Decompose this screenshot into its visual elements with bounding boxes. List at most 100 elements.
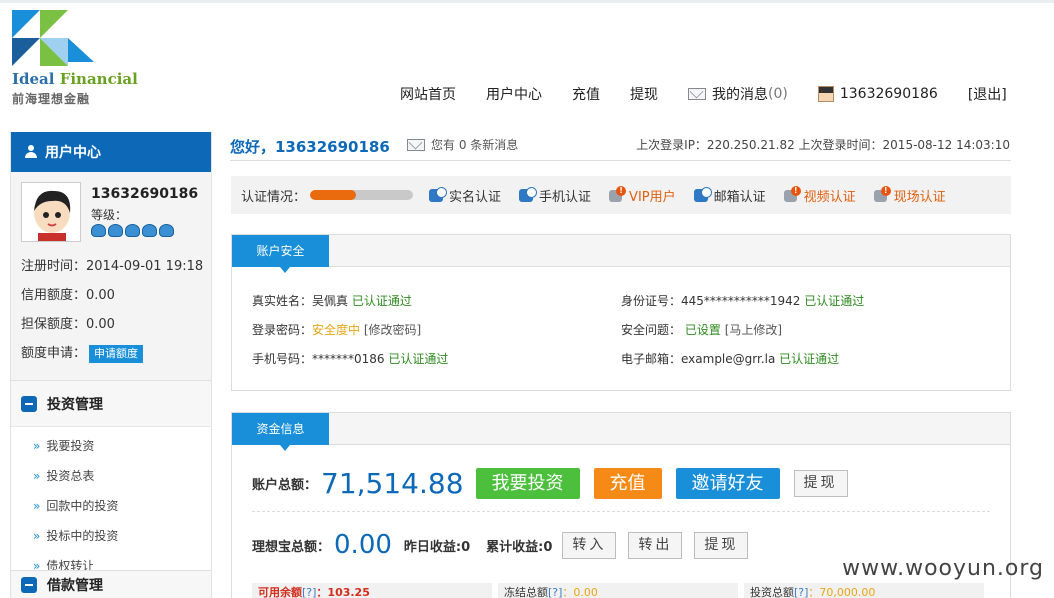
nav-withdraw[interactable]: 提现: [630, 84, 658, 104]
loan-section-title: 借款管理: [47, 577, 103, 594]
tab-funds-info[interactable]: 资金信息: [232, 413, 329, 451]
modify-question-link[interactable]: [马上修改]: [725, 323, 782, 337]
sidebar: 用户中心 13632690186 等级： 注册时间：2014-09-01 19:…: [10, 132, 212, 598]
avatar[interactable]: [21, 182, 81, 242]
auth-vip-label: VIP用户: [629, 189, 676, 205]
level-label: 等级：: [91, 208, 128, 222]
fund-stats: 可用余额[?]：103.25 冻结总额[?]：0.00 投资总额[?]：70,0…: [252, 583, 990, 598]
invest-total-value: ：70,000.00: [808, 586, 876, 598]
panel-header: 资金信息: [232, 413, 1010, 451]
auth-video[interactable]: 视频认证: [783, 186, 856, 205]
sidebar-item-repaying[interactable]: 回款中的投资: [11, 491, 211, 521]
user-icon: [25, 145, 37, 159]
watermark: www.wooyun.org: [842, 556, 1044, 581]
logo-english: Ideal Financial: [12, 70, 138, 88]
security-question-label: 安全问题：: [621, 323, 682, 337]
email-status: 已认证通过: [779, 352, 840, 366]
auth-status-bar: 认证情况： 实名认证 手机认证 VIP用户 邮箱认证 视频认证 现场认证: [231, 176, 1011, 214]
logo[interactable]: Ideal Financial 前海理想金融: [10, 8, 150, 108]
recharge-button[interactable]: 充值: [593, 467, 662, 499]
invest-section-title: 投资管理: [47, 396, 103, 413]
envelope-icon: [688, 88, 706, 100]
level-badge-icon: [159, 224, 174, 237]
envelope-icon: [407, 138, 425, 151]
lixiangbao-total-label: 理想宝总额：: [252, 539, 331, 555]
help-icon[interactable]: [?]: [302, 586, 316, 598]
auth-email[interactable]: 邮箱认证: [693, 186, 766, 205]
onsite-warning-icon: [873, 186, 892, 203]
help-icon[interactable]: [?]: [548, 586, 562, 598]
email-row: 电子邮箱：example@grr.la 已认证通过: [621, 350, 839, 367]
apply-limit-button[interactable]: 申请额度: [89, 344, 144, 363]
account-security-panel: 账户安全 真实姓名：吴佩真 已认证通过 登录密码：安全度中 [修改密码] 手机号…: [231, 234, 1011, 391]
tab-account-security[interactable]: 账户安全: [232, 235, 329, 273]
sidebar-item-invest[interactable]: 我要投资: [11, 431, 211, 461]
email-label: 电子邮箱：example@grr.la: [621, 352, 776, 366]
top-border: [0, 0, 1054, 3]
change-password-link[interactable]: [修改密码]: [364, 323, 421, 337]
invite-friends-button[interactable]: 邀请好友: [675, 467, 780, 499]
withdraw-button[interactable]: 提现: [793, 469, 848, 497]
auth-video-label: 视频认证: [803, 189, 856, 205]
password-strength: 安全度中: [312, 323, 361, 337]
level-badges: [91, 224, 176, 237]
account-total-row: 账户总额： 71,514.88 我要投资 充值 邀请好友 提现: [252, 463, 848, 503]
transfer-out-button[interactable]: 转出: [628, 531, 683, 559]
nav-messages[interactable]: 我的消息 (0): [688, 84, 788, 104]
cartoon-avatar-icon: [22, 183, 80, 241]
nav-messages-label: 我的消息: [712, 87, 768, 103]
sidebar-item-bidding[interactable]: 投标中的投资: [11, 521, 211, 551]
lixiangbao-withdraw-button[interactable]: 提现: [694, 531, 749, 559]
auth-onsite[interactable]: 现场认证: [873, 186, 946, 205]
user-profile: 13632690186 等级：: [11, 172, 211, 252]
collapse-icon[interactable]: [21, 395, 37, 412]
greeting: 您好，13632690186: [230, 138, 390, 156]
transfer-in-button[interactable]: 转入: [562, 531, 617, 559]
available-balance-label: 可用余额: [258, 586, 302, 598]
password-row: 登录密码：安全度中 [修改密码]: [252, 321, 421, 338]
message-note[interactable]: 您有 0 条新消息: [407, 136, 518, 153]
level-badge-icon: [108, 224, 123, 237]
invest-menu: 我要投资 投资总表 回款中的投资 投标中的投资 债权转让: [11, 426, 211, 581]
auth-label: 认证情况：: [241, 189, 307, 205]
phone-row: 手机号码：*******0186 已认证通过: [252, 350, 448, 367]
collapse-icon[interactable]: [21, 576, 37, 593]
invest-section-header[interactable]: 投资管理: [11, 380, 211, 426]
yesterday-earnings: 昨日收益:0: [403, 539, 471, 555]
nav-user[interactable]: 13632690186: [817, 86, 938, 102]
account-total-value: 71,514.88: [321, 466, 464, 500]
available-balance: 可用余额[?]：103.25: [252, 583, 492, 598]
verified-phone-icon: [519, 187, 538, 203]
phone-status: 已认证通过: [388, 352, 449, 366]
id-label: 身份证号：445***********1942: [621, 294, 801, 308]
auth-progress-fill: [310, 190, 357, 200]
invest-button[interactable]: 我要投资: [475, 467, 580, 499]
sidebar-item-invest-summary[interactable]: 投资总表: [11, 461, 211, 491]
password-label: 登录密码：: [252, 323, 313, 337]
sidebar-title: 用户中心: [45, 145, 101, 161]
divider: [252, 511, 990, 512]
auth-email-label: 邮箱认证: [713, 189, 766, 205]
logo-mark-icon: [12, 10, 94, 66]
auth-vip[interactable]: VIP用户: [609, 186, 676, 205]
security-question-row: 安全问题： 已设置 [马上修改]: [621, 321, 782, 338]
auth-phone[interactable]: 手机认证: [519, 186, 591, 205]
loan-section-header[interactable]: 借款管理: [11, 570, 211, 598]
real-name-label: 真实姓名：吴佩真: [252, 294, 349, 308]
phone-label: 手机号码：*******0186: [252, 352, 385, 366]
real-name-status: 已认证通过: [351, 294, 412, 308]
logout-link[interactable]: [退出]: [968, 84, 1007, 104]
divider: [230, 160, 1011, 161]
help-icon[interactable]: [?]: [794, 586, 808, 598]
invest-total: 投资总额[?]：70,000.00: [744, 583, 984, 598]
security-question-status: 已设置: [684, 323, 721, 337]
vip-warning-icon: [609, 186, 627, 203]
account-total-label: 账户总额：: [252, 477, 318, 493]
nav-user-center[interactable]: 用户中心: [486, 84, 542, 104]
level-badge-icon: [142, 224, 157, 237]
guarantee-limit: 担保额度：0.00: [21, 317, 115, 332]
auth-progress-bar: [310, 190, 414, 200]
nav-recharge[interactable]: 充值: [572, 84, 600, 104]
nav-home[interactable]: 网站首页: [400, 84, 456, 104]
auth-real-name[interactable]: 实名认证: [429, 186, 501, 205]
